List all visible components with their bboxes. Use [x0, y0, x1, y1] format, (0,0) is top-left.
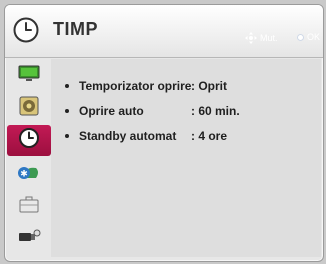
- setting-label: Temporizator oprire: [79, 79, 192, 93]
- setting-label: Oprire auto: [79, 104, 144, 118]
- page-title: TIMP: [53, 19, 98, 39]
- audio-icon: [18, 95, 40, 122]
- setting-label: Standby automat: [79, 129, 177, 143]
- network-icon: ✱: [16, 162, 42, 187]
- setting-row-auto-standby[interactable]: Standby automat : 4 ore: [65, 128, 227, 144]
- bullet: [65, 134, 69, 138]
- sidebar-item-picture[interactable]: [9, 61, 49, 92]
- clock-icon: [18, 127, 40, 154]
- ok-hint-label: OK: [307, 32, 321, 42]
- move-hint: Mut.: [245, 32, 278, 44]
- clock-icon: [13, 17, 39, 43]
- panel-header: TIMP Mut. OK: [5, 5, 323, 58]
- picture-icon: [18, 65, 40, 88]
- move-hint-label: Mut.: [260, 33, 278, 43]
- sidebar-item-toolbox[interactable]: [9, 191, 49, 222]
- ok-hint: OK: [297, 32, 320, 42]
- input-icon: [17, 228, 41, 249]
- category-sidebar: ✱: [7, 59, 51, 255]
- sidebar-item-time[interactable]: [7, 125, 51, 156]
- dpad-icon: [245, 32, 257, 44]
- setting-value: : 4 ore: [191, 129, 228, 143]
- setting-value: : 60 min.: [191, 104, 240, 118]
- settings-panel: TIMP Mut. OK ✱ Temporizator oprire: Opr…: [4, 4, 324, 262]
- bullet: [65, 84, 69, 88]
- toolbox-icon: [18, 194, 40, 219]
- svg-text:✱: ✱: [20, 170, 28, 180]
- ok-button-icon: [297, 33, 304, 41]
- bullet: [65, 109, 69, 113]
- sidebar-item-audio[interactable]: [9, 93, 49, 124]
- setting-value: : Oprit: [191, 79, 227, 93]
- sidebar-item-network[interactable]: ✱: [9, 159, 49, 190]
- setting-row-off-timer[interactable]: Temporizator oprire : Oprit: [65, 78, 227, 94]
- settings-content: Temporizator oprire : Oprit Oprire auto …: [51, 59, 321, 257]
- setting-row-auto-off[interactable]: Oprire auto : 60 min.: [65, 103, 240, 119]
- sidebar-item-input[interactable]: [9, 223, 49, 254]
